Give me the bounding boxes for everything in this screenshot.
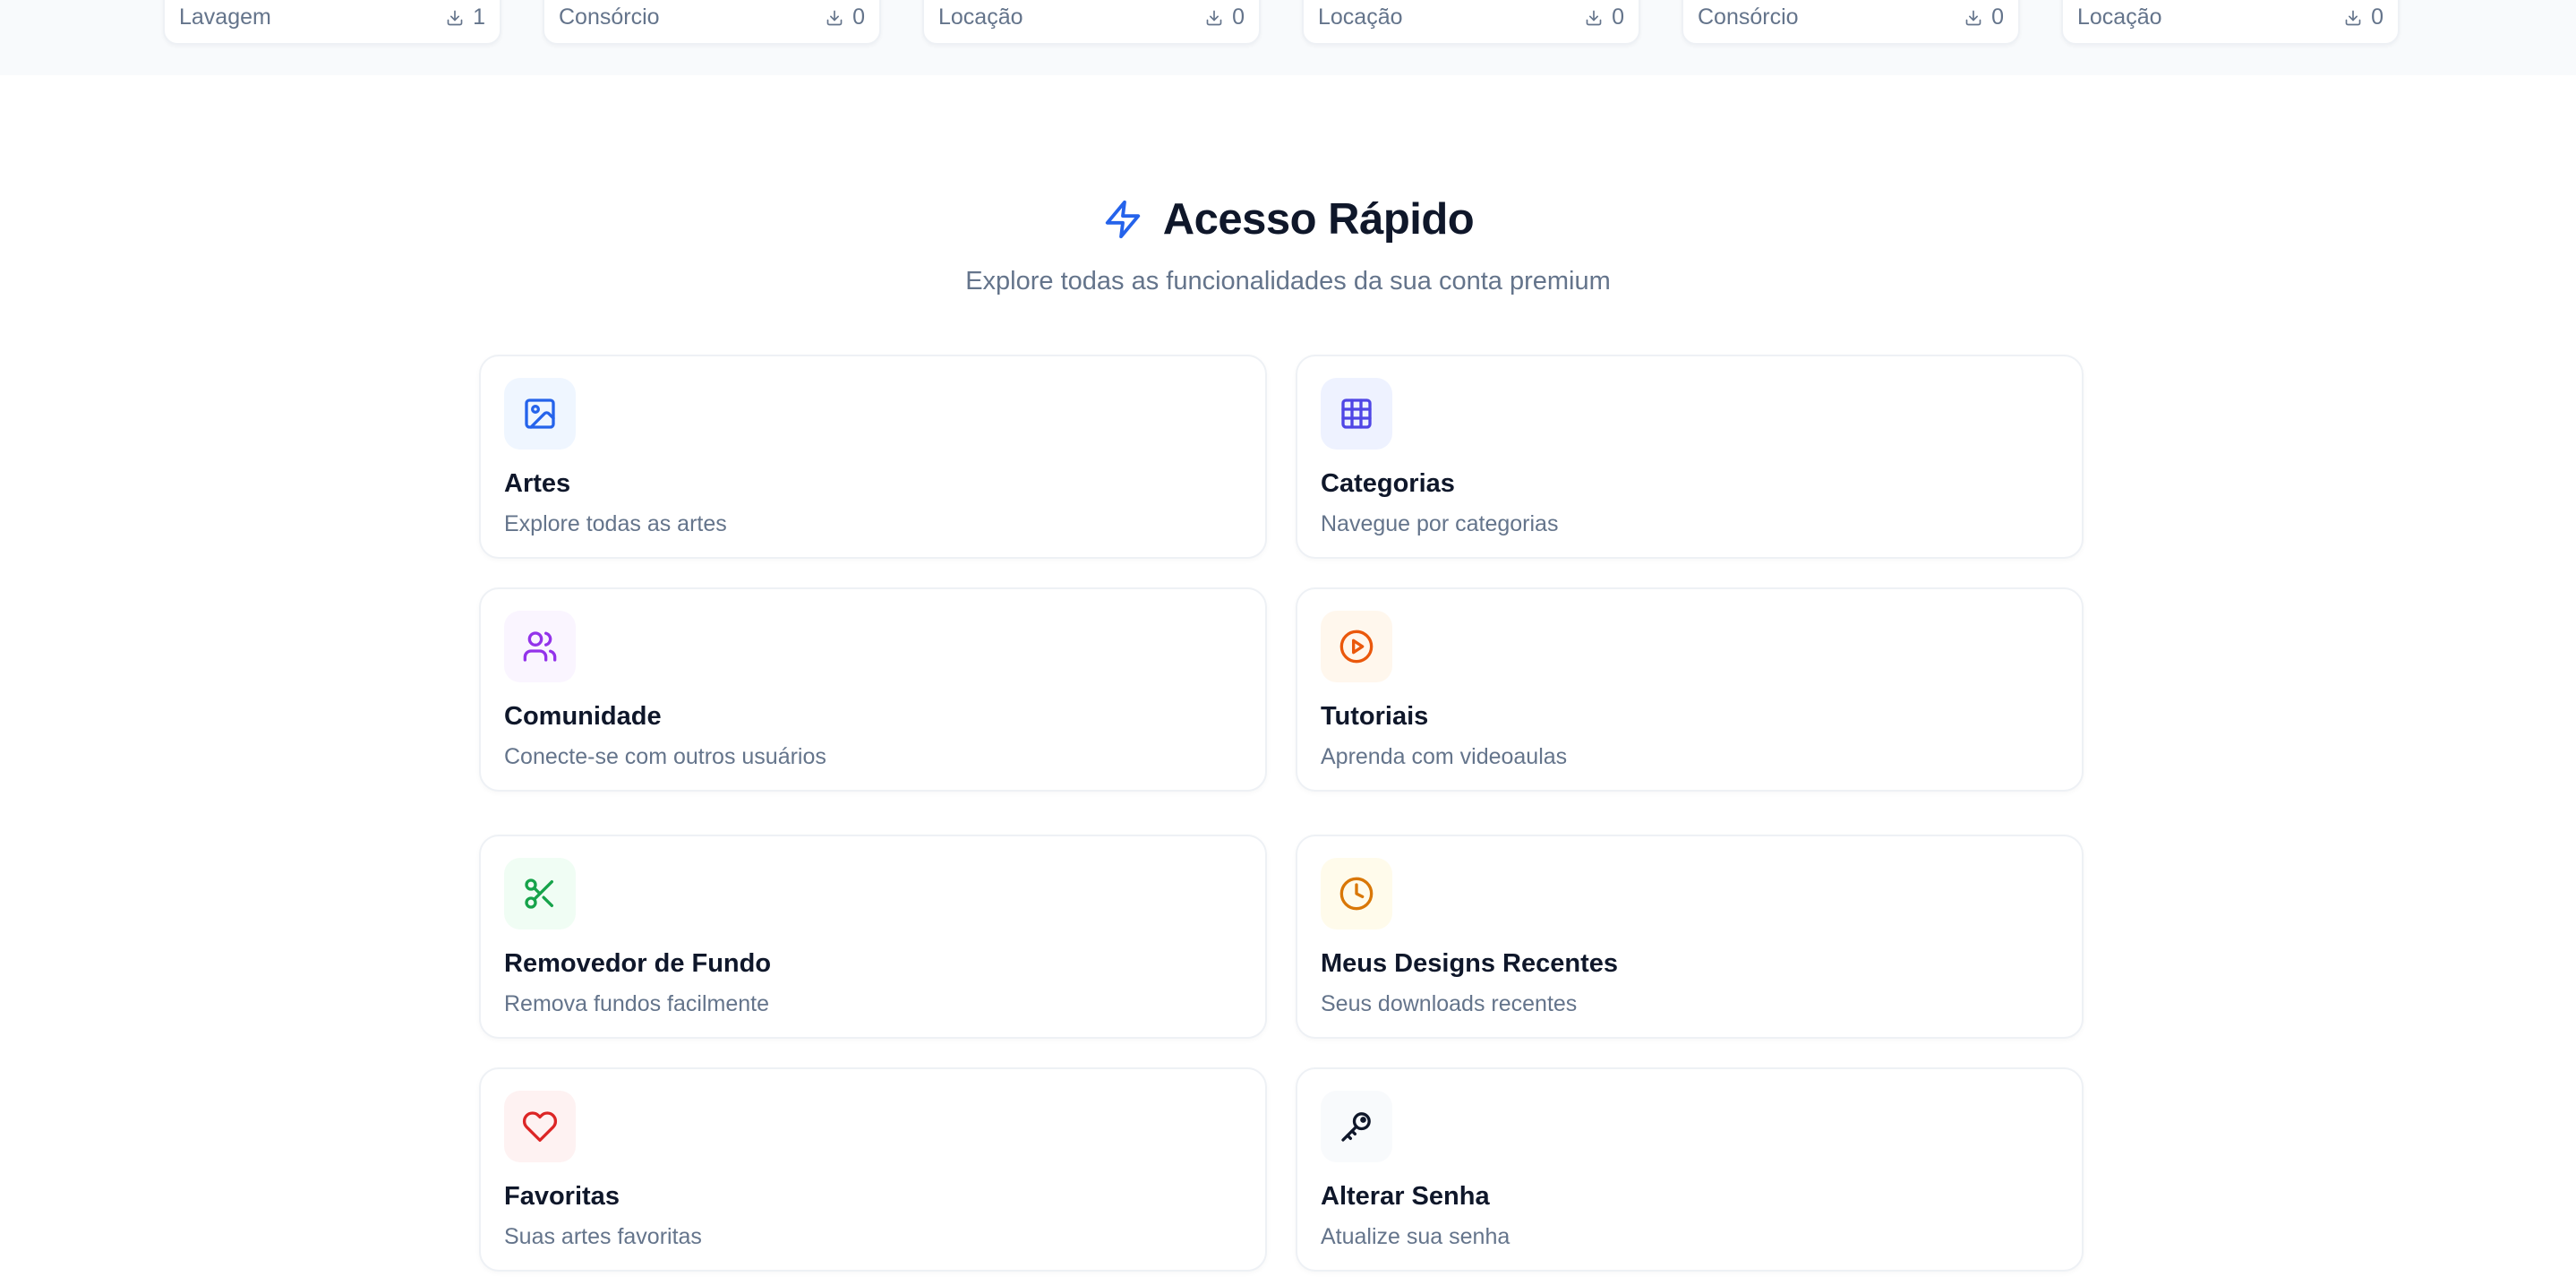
download-icon bbox=[1965, 10, 1981, 25]
quick-access-header: Acesso Rápido Explore todas as funcional… bbox=[0, 188, 2576, 296]
download-card[interactable]: Consórcio 0 bbox=[1682, 0, 2020, 45]
quick-card-description: Remova fundos facilmente bbox=[504, 991, 769, 1016]
download-icon bbox=[447, 10, 463, 25]
quick-card-icon-box bbox=[1321, 611, 1392, 682]
quick-card-icon-box bbox=[1321, 378, 1392, 450]
users-icon bbox=[523, 631, 557, 662]
download-category: Locação bbox=[2077, 4, 2162, 30]
download-count-value: 0 bbox=[2371, 4, 2383, 30]
quick-access-title: Acesso Rápido bbox=[1162, 195, 1475, 244]
quick-access-title-row: Acesso Rápido bbox=[0, 188, 2576, 251]
quick-card-description: Aprenda com videoaulas bbox=[1321, 744, 1568, 769]
quick-card-icon-box bbox=[504, 611, 576, 682]
download-category: Lavagem bbox=[179, 4, 271, 30]
quick-card-icon-box bbox=[504, 1091, 576, 1162]
quick-card-description: Seus downloads recentes bbox=[1321, 991, 1578, 1016]
quick-card-comunidade[interactable]: Comunidade Conecte-se com outros usuário… bbox=[479, 587, 1267, 792]
quick-card-title: Meus Designs Recentes bbox=[1321, 949, 1619, 978]
key-icon bbox=[1341, 1112, 1371, 1142]
quick-card-icon-box bbox=[504, 378, 576, 450]
grid-icon bbox=[1341, 398, 1372, 429]
download-category: Consórcio bbox=[559, 4, 660, 30]
download-count-value: 0 bbox=[852, 4, 865, 30]
download-count-value: 0 bbox=[1991, 4, 2004, 30]
quick-card-tutoriais[interactable]: Tutoriais Aprenda com videoaulas bbox=[1296, 587, 2084, 792]
download-category: Locação bbox=[1318, 4, 1403, 30]
download-card[interactable]: Consórcio 0 bbox=[543, 0, 881, 45]
download-count-value: 1 bbox=[473, 4, 485, 30]
download-count: 0 bbox=[1205, 4, 1245, 30]
quick-card-categorias[interactable]: Categorias Navegue por categorias bbox=[1296, 355, 2084, 559]
download-icon bbox=[826, 10, 843, 25]
quick-card-removedor-de-fundo[interactable]: Removedor de Fundo Remova fundos facilme… bbox=[479, 835, 1267, 1039]
download-count: 0 bbox=[2344, 4, 2383, 30]
quick-card-title: Removedor de Fundo bbox=[504, 949, 772, 978]
quick-card-title: Categorias bbox=[1321, 469, 1455, 498]
download-card[interactable]: Lavagem 1 bbox=[163, 0, 501, 45]
quick-card-description: Conecte-se com outros usuários bbox=[504, 744, 826, 769]
quick-card-title: Favoritas bbox=[504, 1182, 620, 1211]
download-card[interactable]: Locação 0 bbox=[2061, 0, 2400, 45]
download-card[interactable]: Locação 0 bbox=[922, 0, 1261, 45]
quick-card-title: Tutoriais bbox=[1321, 702, 1429, 731]
quick-card-title: Comunidade bbox=[504, 702, 662, 731]
scissors-icon bbox=[525, 878, 553, 909]
quick-card-description: Atualize sua senha bbox=[1321, 1224, 1511, 1249]
quick-card-icon-box bbox=[504, 858, 576, 929]
download-count: 1 bbox=[446, 4, 485, 30]
quick-card-favoritas[interactable]: Favoritas Suas artes favoritas bbox=[479, 1067, 1267, 1272]
download-icon bbox=[2345, 10, 2361, 25]
lightning-icon bbox=[1105, 200, 1140, 239]
heart-icon bbox=[522, 1111, 558, 1143]
download-count: 0 bbox=[1585, 4, 1624, 30]
quick-card-meus-designs-recentes[interactable]: Meus Designs Recentes Seus downloads rec… bbox=[1296, 835, 2084, 1039]
quick-card-icon-box bbox=[1321, 858, 1392, 929]
download-count-value: 0 bbox=[1612, 4, 1624, 30]
download-icon bbox=[1586, 10, 1602, 25]
quick-card-description: Navegue por categorias bbox=[1321, 511, 1559, 536]
play-circle-icon bbox=[1339, 630, 1374, 664]
download-count: 0 bbox=[1964, 4, 2004, 30]
image-icon bbox=[525, 398, 555, 429]
download-count-value: 0 bbox=[1232, 4, 1245, 30]
quick-card-title: Artes bbox=[504, 469, 571, 498]
quick-card-description: Suas artes favoritas bbox=[504, 1224, 702, 1249]
download-count: 0 bbox=[826, 4, 865, 30]
quick-card-icon-box bbox=[1321, 1091, 1392, 1162]
download-icon bbox=[1206, 10, 1222, 25]
quick-card-artes[interactable]: Artes Explore todas as artes bbox=[479, 355, 1267, 559]
clock-icon bbox=[1339, 877, 1374, 911]
download-card[interactable]: Locação 0 bbox=[1302, 0, 1640, 45]
quick-card-alterar-senha[interactable]: Alterar Senha Atualize sua senha bbox=[1296, 1067, 2084, 1272]
quick-card-description: Explore todas as artes bbox=[504, 511, 727, 536]
quick-card-title: Alterar Senha bbox=[1321, 1182, 1490, 1211]
download-category: Locação bbox=[938, 4, 1023, 30]
download-category: Consórcio bbox=[1698, 4, 1799, 30]
quick-access-subtitle: Explore todas as funcionalidades da sua … bbox=[965, 267, 1611, 296]
recent-downloads-strip: Lavagem 1 Consórcio 0 Locação 0 Locação … bbox=[0, 0, 2576, 75]
